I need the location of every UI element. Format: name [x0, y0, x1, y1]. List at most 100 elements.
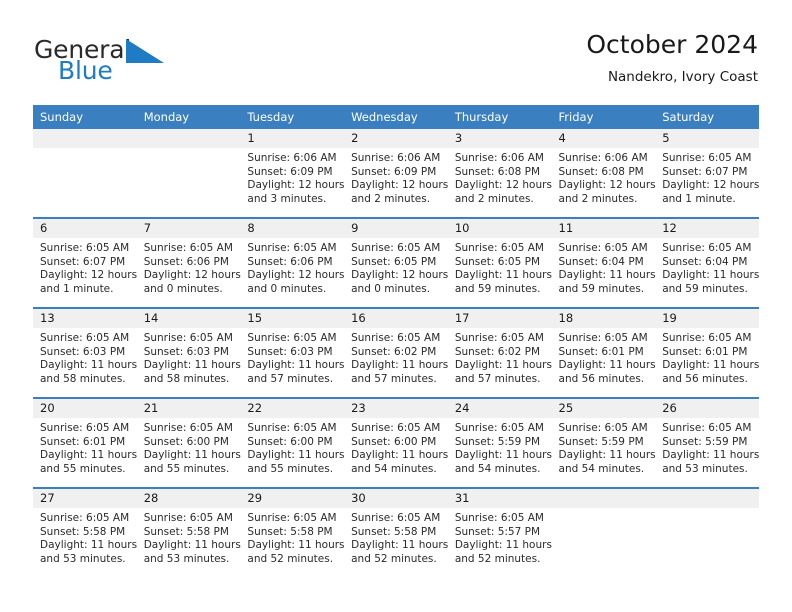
sunset-text: Sunset: 6:04 PM	[558, 255, 644, 268]
day-number: 24	[447, 399, 552, 418]
day-info: Sunrise: 6:05 AM Sunset: 6:06 PM Daylight:…	[240, 238, 344, 296]
daylight-text-line2: and 55 minutes.	[247, 462, 334, 475]
daylight-text-line2: and 59 minutes.	[662, 282, 748, 295]
daylight-text-line1: Daylight: 11 hours	[143, 539, 241, 552]
day-cell-empty	[136, 129, 241, 217]
day-cell[interactable]: 11 Sunrise: 6:05 AM Sunset: 6:04 PM Dayligh…	[551, 219, 656, 307]
daylight-text-line2: and 1 minute.	[662, 192, 736, 205]
day-number: 19	[655, 309, 759, 328]
day-cell[interactable]: 31 Sunrise: 6:05 AM Sunset: 5:57 PM Dayligh…	[447, 489, 552, 577]
day-cell-empty	[551, 489, 656, 577]
day-cell[interactable]: 3 Sunrise: 6:06 AM Sunset: 6:08 PM Daylight…	[447, 129, 552, 217]
weekday-header-thursday: Thursday	[447, 105, 552, 129]
sunset-text: Sunset: 6:02 PM	[454, 345, 541, 358]
day-cell[interactable]: 6 Sunrise: 6:05 AM Sunset: 6:07 PM Daylight…	[33, 219, 137, 307]
sunset-text: Sunset: 5:59 PM	[662, 435, 748, 448]
day-cell[interactable]: 8 Sunrise: 6:05 AM Sunset: 6:06 PM Daylight…	[240, 219, 345, 307]
daylight-text-line1: Daylight: 12 hours	[40, 269, 138, 282]
calendar-week-row: 6 Sunrise: 6:05 AM Sunset: 6:07 PM Daylight…	[33, 217, 759, 308]
day-cell[interactable]: 29 Sunrise: 6:05 AM Sunset: 5:58 PM Dayligh…	[240, 489, 345, 577]
sunset-text: Sunset: 6:04 PM	[662, 255, 748, 268]
sunset-text: Sunset: 5:58 PM	[351, 525, 437, 538]
day-info: Sunrise: 6:05 AM Sunset: 6:02 PM Daylight:…	[448, 328, 552, 386]
day-info: Sunrise: 6:05 AM Sunset: 6:02 PM Daylight:…	[344, 328, 448, 386]
general-blue-logo[interactable]: General Blue	[34, 36, 204, 92]
sunset-text: Sunset: 6:00 PM	[247, 435, 333, 448]
day-number: 7	[136, 219, 241, 238]
sunset-text: Sunset: 5:57 PM	[454, 525, 541, 538]
sunrise-text: Sunrise: 6:05 AM	[454, 422, 544, 434]
day-info: Sunrise: 6:05 AM Sunset: 6:05 PM Daylight:…	[448, 238, 552, 296]
sunrise-sunset-calendar: Sunday Monday Tuesday Wednesday Thursday…	[33, 105, 759, 577]
day-number: 27	[33, 489, 137, 508]
day-cell[interactable]: 27 Sunrise: 6:05 AM Sunset: 5:58 PM Dayligh…	[33, 489, 137, 577]
day-cell[interactable]: 25 Sunrise: 6:05 AM Sunset: 5:59 PM Dayligh…	[551, 399, 656, 487]
day-cell[interactable]: 16 Sunrise: 6:05 AM Sunset: 6:02 PM Dayligh…	[344, 309, 448, 397]
day-info: Sunrise: 6:06 AM Sunset: 6:08 PM Daylight:…	[552, 148, 656, 206]
daylight-text-line1: Daylight: 11 hours	[454, 359, 552, 372]
day-number	[136, 129, 241, 148]
daylight-text-line2: and 3 minutes.	[247, 192, 327, 205]
daylight-text-line1: Daylight: 11 hours	[558, 449, 656, 462]
day-info: Sunrise: 6:05 AM Sunset: 5:58 PM Daylight:…	[137, 508, 241, 566]
day-info: Sunrise: 6:05 AM Sunset: 5:58 PM Daylight:…	[344, 508, 448, 566]
day-number: 22	[240, 399, 345, 418]
day-cell[interactable]: 30 Sunrise: 6:05 AM Sunset: 5:58 PM Dayligh…	[344, 489, 448, 577]
triangle-flag-icon	[126, 39, 164, 63]
day-cell[interactable]: 28 Sunrise: 6:05 AM Sunset: 5:58 PM Dayligh…	[136, 489, 241, 577]
day-info: Sunrise: 6:05 AM Sunset: 5:59 PM Daylight:…	[655, 418, 759, 476]
daylight-text-line2: and 56 minutes.	[558, 372, 645, 385]
sunset-text: Sunset: 5:58 PM	[40, 525, 126, 538]
day-cell[interactable]: 13 Sunrise: 6:05 AM Sunset: 6:03 PM Dayligh…	[33, 309, 137, 397]
day-cell[interactable]: 19 Sunrise: 6:05 AM Sunset: 6:01 PM Dayligh…	[655, 309, 759, 397]
day-info: Sunrise: 6:05 AM Sunset: 6:03 PM Daylight:…	[33, 328, 137, 386]
sunrise-text: Sunrise: 6:05 AM	[143, 422, 233, 434]
day-cell[interactable]: 26 Sunrise: 6:05 AM Sunset: 5:59 PM Dayligh…	[655, 399, 759, 487]
day-number: 8	[240, 219, 345, 238]
day-cell[interactable]: 15 Sunrise: 6:05 AM Sunset: 6:03 PM Dayligh…	[240, 309, 345, 397]
day-cell[interactable]: 7 Sunrise: 6:05 AM Sunset: 6:06 PM Daylight…	[136, 219, 241, 307]
sunrise-text: Sunrise: 6:05 AM	[351, 512, 441, 524]
day-cell[interactable]: 21 Sunrise: 6:05 AM Sunset: 6:00 PM Dayligh…	[136, 399, 241, 487]
day-cell[interactable]: 20 Sunrise: 6:05 AM Sunset: 6:01 PM Dayligh…	[33, 399, 137, 487]
day-cell[interactable]: 18 Sunrise: 6:05 AM Sunset: 6:01 PM Dayligh…	[551, 309, 656, 397]
sunrise-text: Sunrise: 6:05 AM	[143, 332, 233, 344]
sunset-text: Sunset: 6:00 PM	[143, 435, 229, 448]
day-cell[interactable]: 5 Sunrise: 6:05 AM Sunset: 6:07 PM Daylight…	[655, 129, 759, 217]
sunrise-text: Sunrise: 6:05 AM	[351, 422, 441, 434]
sunrise-text: Sunrise: 6:05 AM	[351, 242, 441, 254]
sunrise-text: Sunrise: 6:05 AM	[40, 422, 130, 434]
sunset-text: Sunset: 6:05 PM	[351, 255, 437, 268]
day-cell[interactable]: 10 Sunrise: 6:05 AM Sunset: 6:05 PM Dayligh…	[447, 219, 552, 307]
day-number: 14	[136, 309, 241, 328]
daylight-text-line2: and 57 minutes.	[454, 372, 541, 385]
day-number: 29	[240, 489, 345, 508]
sunrise-text: Sunrise: 6:05 AM	[247, 332, 337, 344]
day-info: Sunrise: 6:05 AM Sunset: 6:01 PM Daylight:…	[552, 328, 656, 386]
day-info: Sunrise: 6:06 AM Sunset: 6:09 PM Daylight:…	[240, 148, 344, 206]
day-cell[interactable]: 4 Sunrise: 6:06 AM Sunset: 6:08 PM Daylight…	[551, 129, 656, 217]
daylight-text-line1: Daylight: 12 hours	[143, 269, 241, 282]
sunrise-text: Sunrise: 6:05 AM	[662, 422, 752, 434]
daylight-text-line2: and 2 minutes.	[351, 192, 431, 205]
day-cell[interactable]: 2 Sunrise: 6:06 AM Sunset: 6:09 PM Daylight…	[344, 129, 448, 217]
daylight-text-line1: Daylight: 12 hours	[454, 179, 552, 192]
sunset-text: Sunset: 6:06 PM	[143, 255, 229, 268]
daylight-text-line1: Daylight: 11 hours	[143, 449, 241, 462]
day-cell[interactable]: 12 Sunrise: 6:05 AM Sunset: 6:04 PM Dayligh…	[655, 219, 759, 307]
sunrise-text: Sunrise: 6:06 AM	[558, 152, 648, 164]
day-cell[interactable]: 22 Sunrise: 6:05 AM Sunset: 6:00 PM Dayligh…	[240, 399, 345, 487]
day-number: 21	[136, 399, 241, 418]
day-cell[interactable]: 17 Sunrise: 6:05 AM Sunset: 6:02 PM Dayligh…	[447, 309, 552, 397]
day-cell[interactable]: 24 Sunrise: 6:05 AM Sunset: 5:59 PM Dayligh…	[447, 399, 552, 487]
day-number: 20	[33, 399, 137, 418]
day-cell[interactable]: 9 Sunrise: 6:05 AM Sunset: 6:05 PM Daylight…	[344, 219, 448, 307]
sunrise-text: Sunrise: 6:05 AM	[351, 332, 441, 344]
day-cell[interactable]: 1 Sunrise: 6:06 AM Sunset: 6:09 PM Daylight…	[240, 129, 345, 217]
sunrise-text: Sunrise: 6:05 AM	[558, 242, 648, 254]
page-subtitle: Nandekro, Ivory Coast	[607, 69, 758, 85]
day-cell[interactable]: 14 Sunrise: 6:05 AM Sunset: 6:03 PM Dayligh…	[136, 309, 241, 397]
daylight-text-line2: and 2 minutes.	[454, 192, 534, 205]
day-cell[interactable]: 23 Sunrise: 6:05 AM Sunset: 6:00 PM Dayligh…	[344, 399, 448, 487]
daylight-text-line2: and 55 minutes.	[40, 462, 126, 475]
